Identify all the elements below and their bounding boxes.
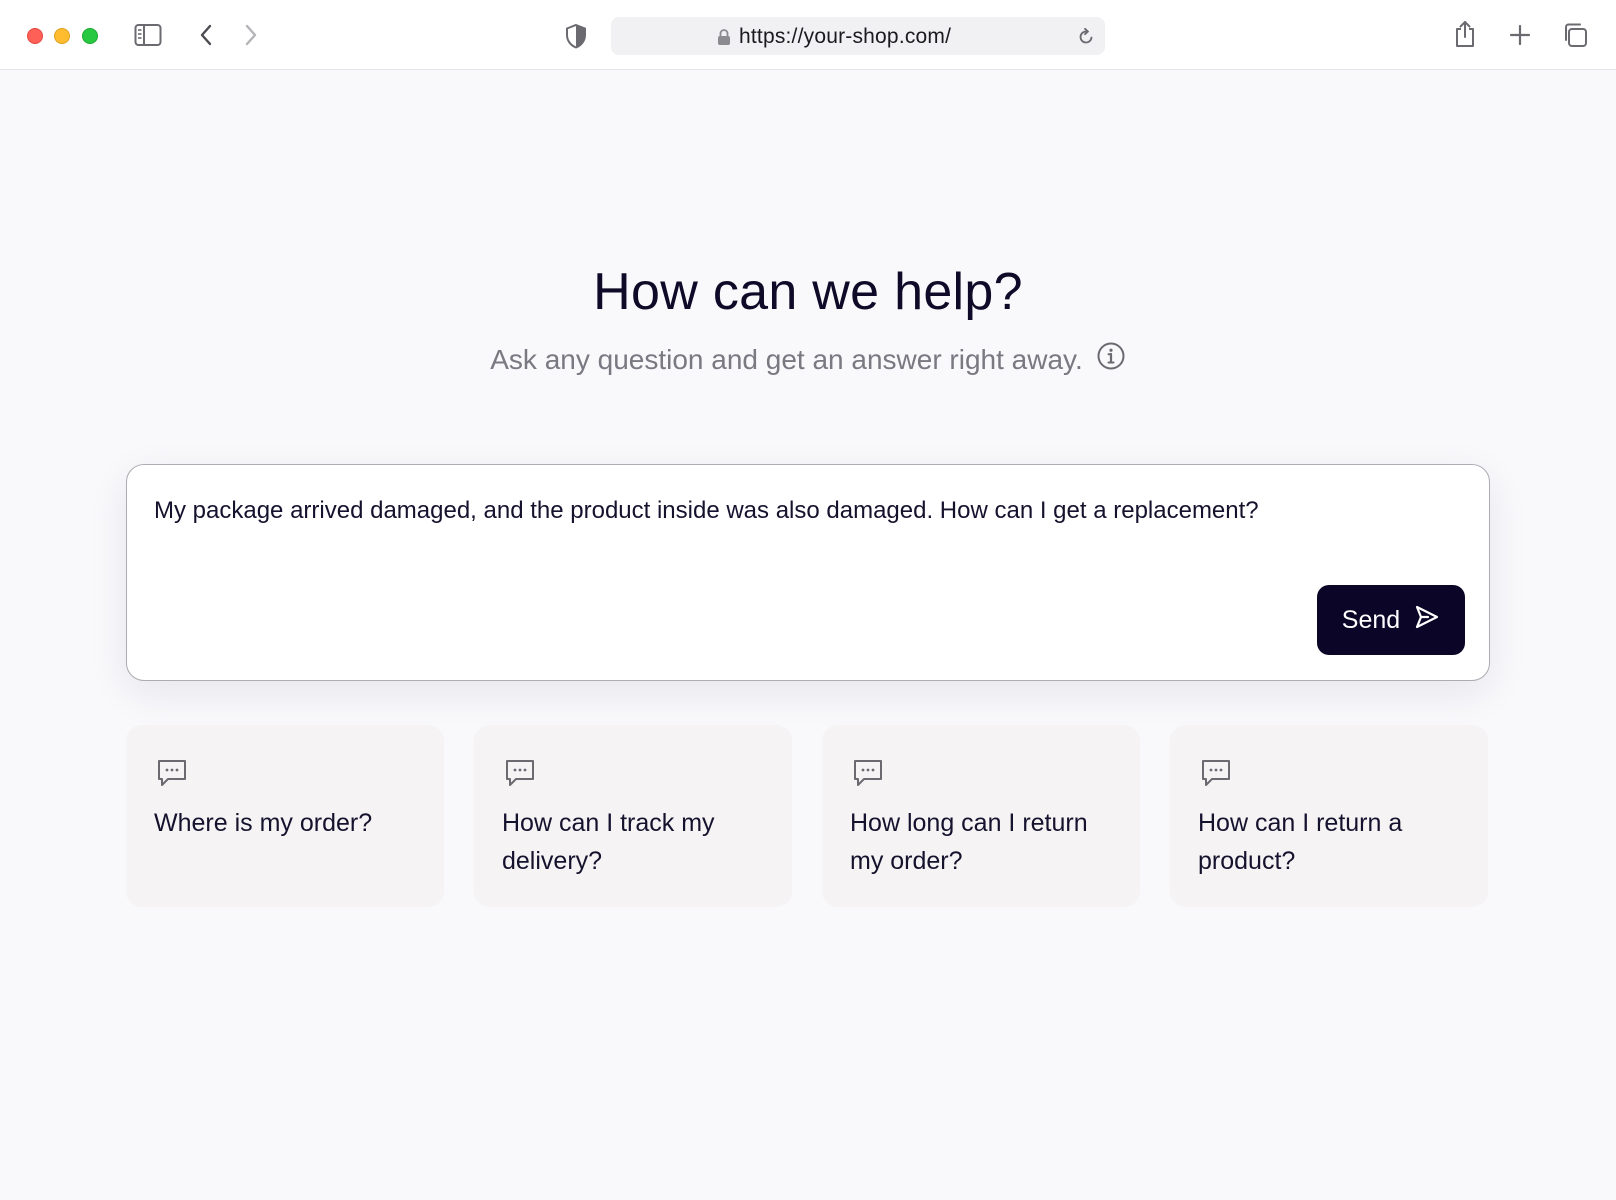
- suggestion-label: Where is my order?: [154, 809, 373, 837]
- suggestion-label: How long can I return my order?: [850, 809, 1088, 875]
- send-label: Send: [1341, 605, 1401, 634]
- chat-bubble-icon: [1200, 758, 1232, 793]
- forward-icon[interactable]: [243, 23, 259, 47]
- close-window-button[interactable]: [27, 28, 43, 44]
- send-icon: [1414, 604, 1440, 637]
- lock-icon: [717, 28, 731, 51]
- chat-bubble-icon: [156, 758, 188, 793]
- page-title: How can we help?: [593, 263, 1023, 321]
- suggestion-card[interactable]: How can I track my delivery?: [474, 725, 792, 907]
- minimize-window-button[interactable]: [54, 28, 70, 44]
- tabs-overview-icon[interactable]: [1562, 22, 1588, 48]
- send-button[interactable]: Send: [1317, 585, 1465, 655]
- suggestion-card[interactable]: How long can I return my order?: [822, 725, 1140, 907]
- zoom-window-button[interactable]: [82, 28, 98, 44]
- info-icon[interactable]: [1096, 341, 1126, 378]
- question-input[interactable]: My package arrived damaged, and the prod…: [154, 495, 1454, 527]
- chat-bubble-icon: [852, 758, 884, 793]
- chat-bubble-icon: [504, 758, 536, 793]
- browser-toolbar: https://your-shop.com/: [0, 0, 1616, 70]
- reload-icon[interactable]: [1077, 27, 1095, 51]
- address-bar[interactable]: https://your-shop.com/: [611, 17, 1105, 55]
- page-subtitle: Ask any question and get an answer right…: [0, 341, 1616, 378]
- sidebar-icon[interactable]: [134, 23, 162, 47]
- suggested-questions: Where is my order? How can I track my de…: [126, 725, 1490, 907]
- suggestion-label: How can I track my delivery?: [502, 809, 715, 875]
- suggestion-label: How can I return a product?: [1198, 809, 1403, 875]
- share-icon[interactable]: [1453, 20, 1477, 48]
- shield-icon[interactable]: [565, 23, 587, 49]
- back-icon[interactable]: [198, 23, 214, 47]
- suggestion-card[interactable]: How can I return a product?: [1170, 725, 1488, 907]
- url-text[interactable]: https://your-shop.com/: [739, 25, 951, 49]
- subtitle-text: Ask any question and get an answer right…: [490, 343, 1083, 375]
- question-input-box[interactable]: My package arrived damaged, and the prod…: [126, 464, 1490, 681]
- new-tab-icon[interactable]: [1508, 23, 1532, 47]
- suggestion-card[interactable]: Where is my order?: [126, 725, 444, 907]
